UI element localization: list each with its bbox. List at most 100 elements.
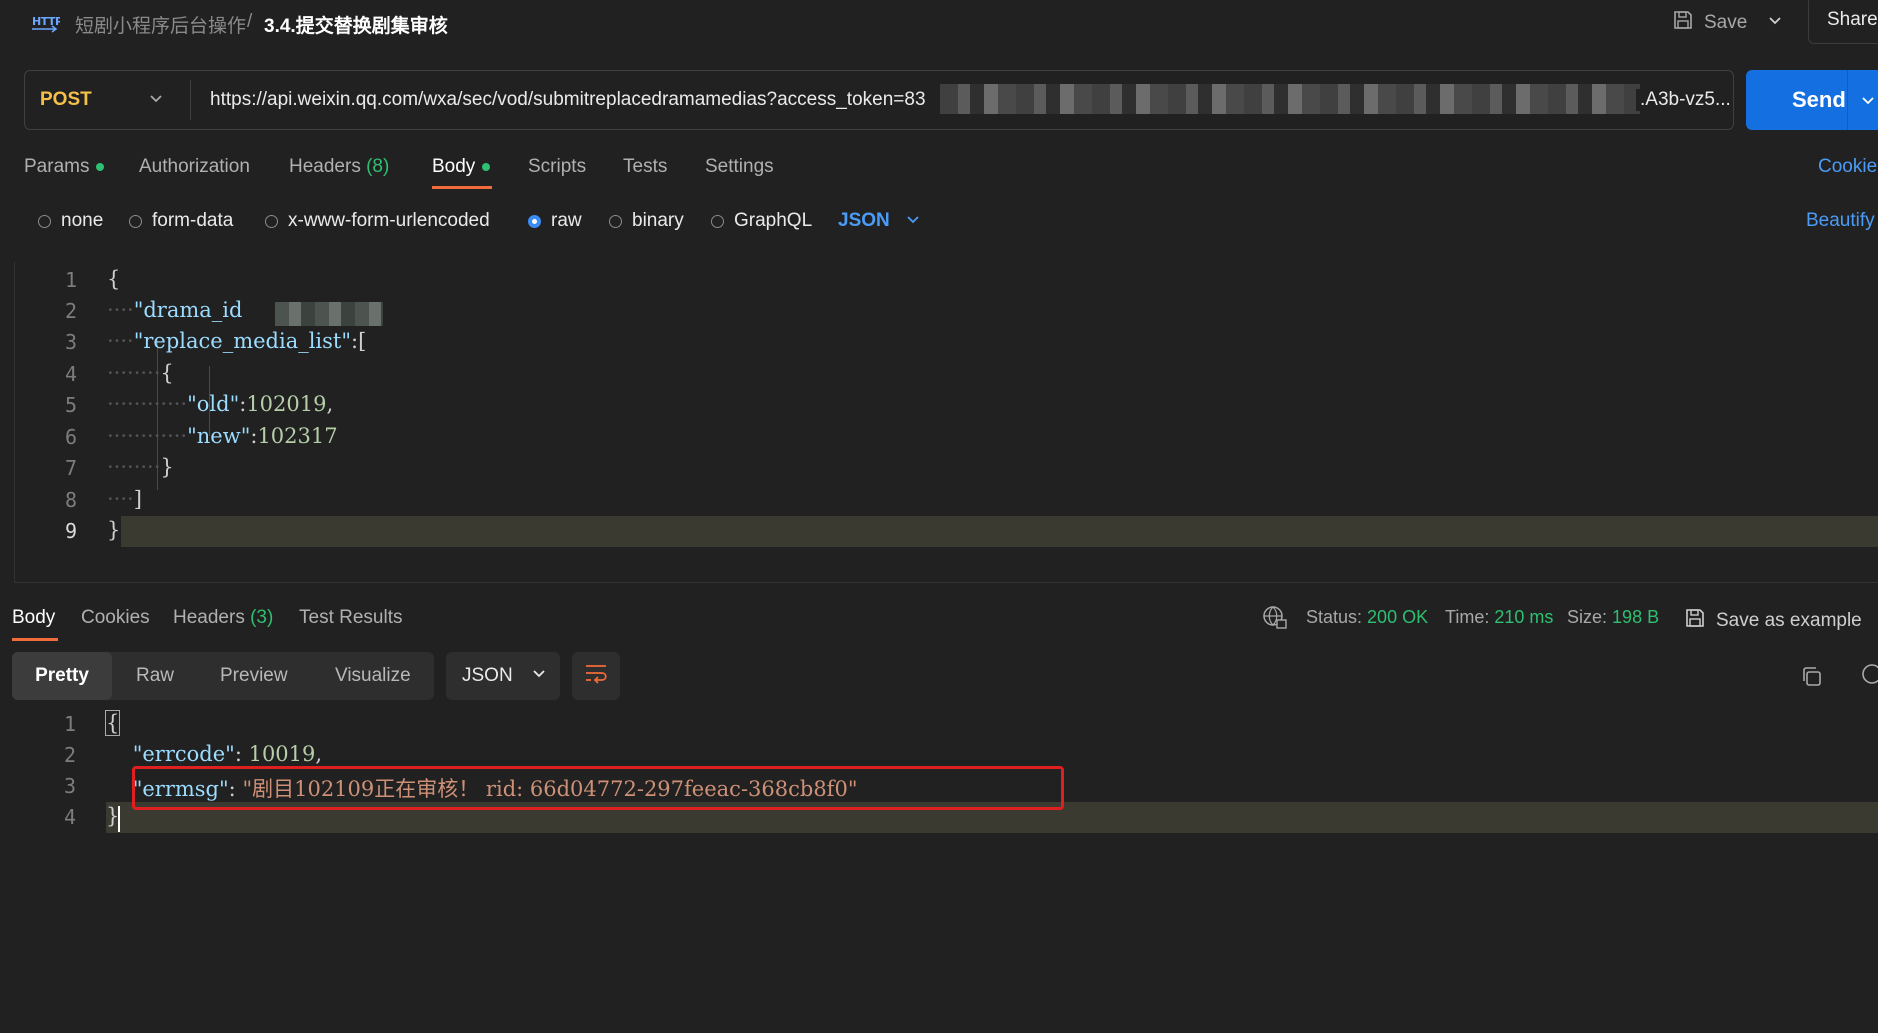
line-number: 3	[64, 330, 77, 354]
code-line: ········{	[107, 361, 174, 385]
tab-params[interactable]: Params	[24, 156, 105, 178]
http-icon: HTTP	[30, 10, 63, 34]
radio-urlencoded[interactable]: x-www-form-urlencoded	[265, 210, 490, 232]
active-tab-indicator	[432, 186, 492, 189]
line-number: 6	[64, 425, 77, 449]
radio-icon	[711, 214, 724, 228]
line-number: 2	[63, 743, 76, 767]
headers-count: (8)	[366, 156, 390, 177]
url-input-tail[interactable]: .A3b-vz5...	[1636, 89, 1731, 111]
headers-count: (3)	[250, 607, 274, 628]
tab-headers[interactable]: Headers (8)	[289, 156, 389, 178]
code-line: "errcode": 10019,	[132, 742, 323, 766]
share-label: Share	[1827, 9, 1878, 30]
chevron-down-icon[interactable]	[905, 211, 921, 233]
radio-icon	[38, 214, 51, 228]
save-as-example-button[interactable]: Save as example	[1684, 607, 1862, 635]
code-line: ············"new":102317	[107, 424, 338, 448]
body-format-select[interactable]: JSON	[838, 210, 890, 232]
request-body-editor[interactable]: 1 2 3 4 5 6 7 8 9 { ····"drama_id ····"r…	[14, 262, 1878, 582]
chevron-down-icon	[531, 665, 547, 687]
tab-scripts[interactable]: Scripts	[528, 156, 586, 178]
active-dot-icon	[96, 162, 105, 171]
response-tab-cookies[interactable]: Cookies	[81, 607, 150, 629]
save-icon	[1672, 9, 1694, 37]
save-icon	[1684, 607, 1706, 635]
tab-body[interactable]: Body	[432, 156, 491, 178]
tab-authorization[interactable]: Authorization	[139, 156, 250, 178]
line-number: 8	[64, 488, 77, 512]
redacted-token	[940, 84, 1640, 114]
radio-icon	[609, 214, 622, 228]
line-number: 3	[63, 774, 76, 798]
line-number: 4	[63, 805, 76, 829]
divider	[190, 80, 191, 120]
line-number: 4	[64, 362, 77, 386]
radio-icon	[129, 214, 142, 228]
annotation-highlight-box	[132, 766, 1064, 810]
response-format-select[interactable]: JSON	[446, 652, 560, 700]
current-line-highlight	[121, 516, 1878, 547]
save-button[interactable]: Save	[1672, 8, 1747, 38]
globe-lock-icon[interactable]	[1262, 605, 1288, 637]
line-number: 5	[64, 393, 77, 417]
size-info: Size: 198 B	[1567, 607, 1660, 627]
response-tab-test-results[interactable]: Test Results	[299, 607, 402, 629]
beautify-link[interactable]: Beautify	[1806, 210, 1875, 232]
text-cursor	[118, 806, 120, 832]
svg-text:HTTP: HTTP	[32, 15, 60, 28]
code-line: }	[107, 518, 121, 542]
status-info: Status: 200 OK	[1306, 607, 1429, 627]
code-line: {	[107, 267, 121, 291]
radio-selected-icon	[528, 214, 541, 228]
tab-tests[interactable]: Tests	[623, 156, 667, 178]
radio-form-data[interactable]: form-data	[129, 210, 233, 232]
breadcrumb-separator: /	[247, 11, 253, 32]
breadcrumb-parent[interactable]: 短剧小程序后台操作	[75, 11, 246, 38]
send-label: Send	[1792, 87, 1846, 112]
send-button[interactable]: Send	[1746, 70, 1878, 130]
line-number: 1	[63, 712, 76, 736]
tab-settings[interactable]: Settings	[705, 156, 774, 178]
code-line: ····]	[107, 487, 142, 511]
pane-divider[interactable]	[14, 582, 1878, 583]
line-number: 1	[64, 268, 77, 292]
page-title: 3.4.提交替换剧集审核	[264, 16, 448, 37]
active-dot-icon	[482, 162, 491, 171]
radio-none[interactable]: none	[38, 210, 103, 232]
time-info: Time: 210 ms	[1445, 607, 1554, 627]
line-number: 9	[64, 519, 77, 543]
code-line: ············"old":102019,	[107, 392, 334, 416]
line-number: 7	[64, 456, 77, 480]
code-line: ········}	[107, 455, 174, 479]
copy-icon[interactable]	[1800, 665, 1824, 695]
view-raw-button[interactable]: Raw	[136, 652, 174, 700]
view-preview-button[interactable]: Preview	[220, 652, 288, 700]
radio-raw[interactable]: raw	[528, 210, 582, 232]
save-label: Save	[1704, 12, 1748, 33]
active-tab-indicator	[12, 638, 58, 641]
cookies-link[interactable]: Cookie	[1818, 156, 1877, 178]
radio-graphql[interactable]: GraphQL	[711, 210, 812, 232]
view-pretty-button[interactable]: Pretty	[12, 652, 112, 700]
code-line: {	[104, 710, 121, 736]
view-visualize-button[interactable]: Visualize	[335, 652, 411, 700]
code-line: ····"replace_media_list":[	[107, 329, 367, 353]
wrap-lines-button[interactable]	[572, 652, 620, 700]
response-tab-body[interactable]: Body	[12, 607, 55, 629]
chevron-down-icon[interactable]	[148, 90, 164, 112]
chevron-down-icon[interactable]	[1767, 12, 1783, 34]
wrap-lines-icon	[583, 662, 609, 690]
response-tab-headers[interactable]: Headers (3)	[173, 607, 273, 629]
redacted-value	[275, 302, 383, 326]
search-icon[interactable]	[1858, 662, 1878, 696]
chevron-down-icon[interactable]	[1860, 92, 1876, 114]
response-body-viewer[interactable]: 1 2 3 4 { "errcode": 10019, "errmsg": "剧…	[0, 708, 1878, 1033]
radio-binary[interactable]: binary	[609, 210, 684, 232]
radio-icon	[265, 214, 278, 228]
code-line: ····"drama_id	[107, 298, 243, 322]
method-select[interactable]: POST	[40, 89, 92, 111]
share-button[interactable]: Share	[1808, 0, 1878, 44]
divider	[1847, 70, 1848, 130]
line-number: 2	[64, 299, 77, 323]
